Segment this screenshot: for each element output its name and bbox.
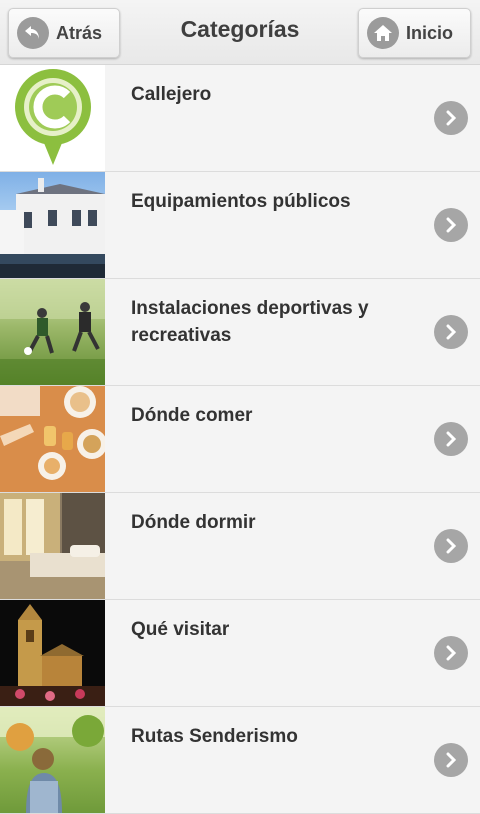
category-label: Dónde comer <box>131 405 253 426</box>
category-label: Instalaciones deportivas y recreativas <box>131 298 369 346</box>
category-row-donde-comer[interactable]: Dónde comer <box>0 386 480 493</box>
category-label: Equipamientos públicos <box>131 191 351 212</box>
home-label: Inicio <box>406 22 454 43</box>
category-row-equipamientos[interactable]: Equipamientos públicos <box>0 172 480 279</box>
home-icon <box>367 17 399 49</box>
chevron-right-icon[interactable] <box>434 636 468 670</box>
category-row-callejero[interactable]: Callejero <box>0 65 480 172</box>
header-bar: Atrás Categorías Inicio <box>0 0 480 65</box>
category-row-donde-dormir[interactable]: Dónde dormir <box>0 493 480 600</box>
chevron-right-icon[interactable] <box>434 743 468 777</box>
category-row-que-visitar[interactable]: Qué visitar <box>0 600 480 707</box>
category-row-rutas-senderismo[interactable]: Rutas Senderismo <box>0 707 480 814</box>
category-label: Dónde dormir <box>131 512 256 533</box>
chevron-right-icon[interactable] <box>434 422 468 456</box>
category-row-instalaciones[interactable]: Instalaciones deportivas y recreativas <box>0 279 480 386</box>
map-pin-logo-icon <box>0 65 105 171</box>
category-label: Callejero <box>131 84 212 105</box>
category-label: Rutas Senderismo <box>131 726 298 747</box>
category-list: Callejero Equipamientos públicos Instala… <box>0 65 480 814</box>
public-building-photo-icon <box>0 172 105 278</box>
chevron-right-icon[interactable] <box>434 208 468 242</box>
hotel-room-photo-icon <box>0 493 105 599</box>
chevron-right-icon[interactable] <box>434 315 468 349</box>
home-button[interactable]: Inicio <box>358 8 471 58</box>
football-players-photo-icon <box>0 279 105 385</box>
chevron-right-icon[interactable] <box>434 529 468 563</box>
church-tower-night-photo-icon <box>0 600 105 706</box>
restaurant-table-photo-icon <box>0 386 105 492</box>
chevron-right-icon[interactable] <box>434 101 468 135</box>
hiker-trail-photo-icon <box>0 707 105 813</box>
category-label: Qué visitar <box>131 619 230 640</box>
